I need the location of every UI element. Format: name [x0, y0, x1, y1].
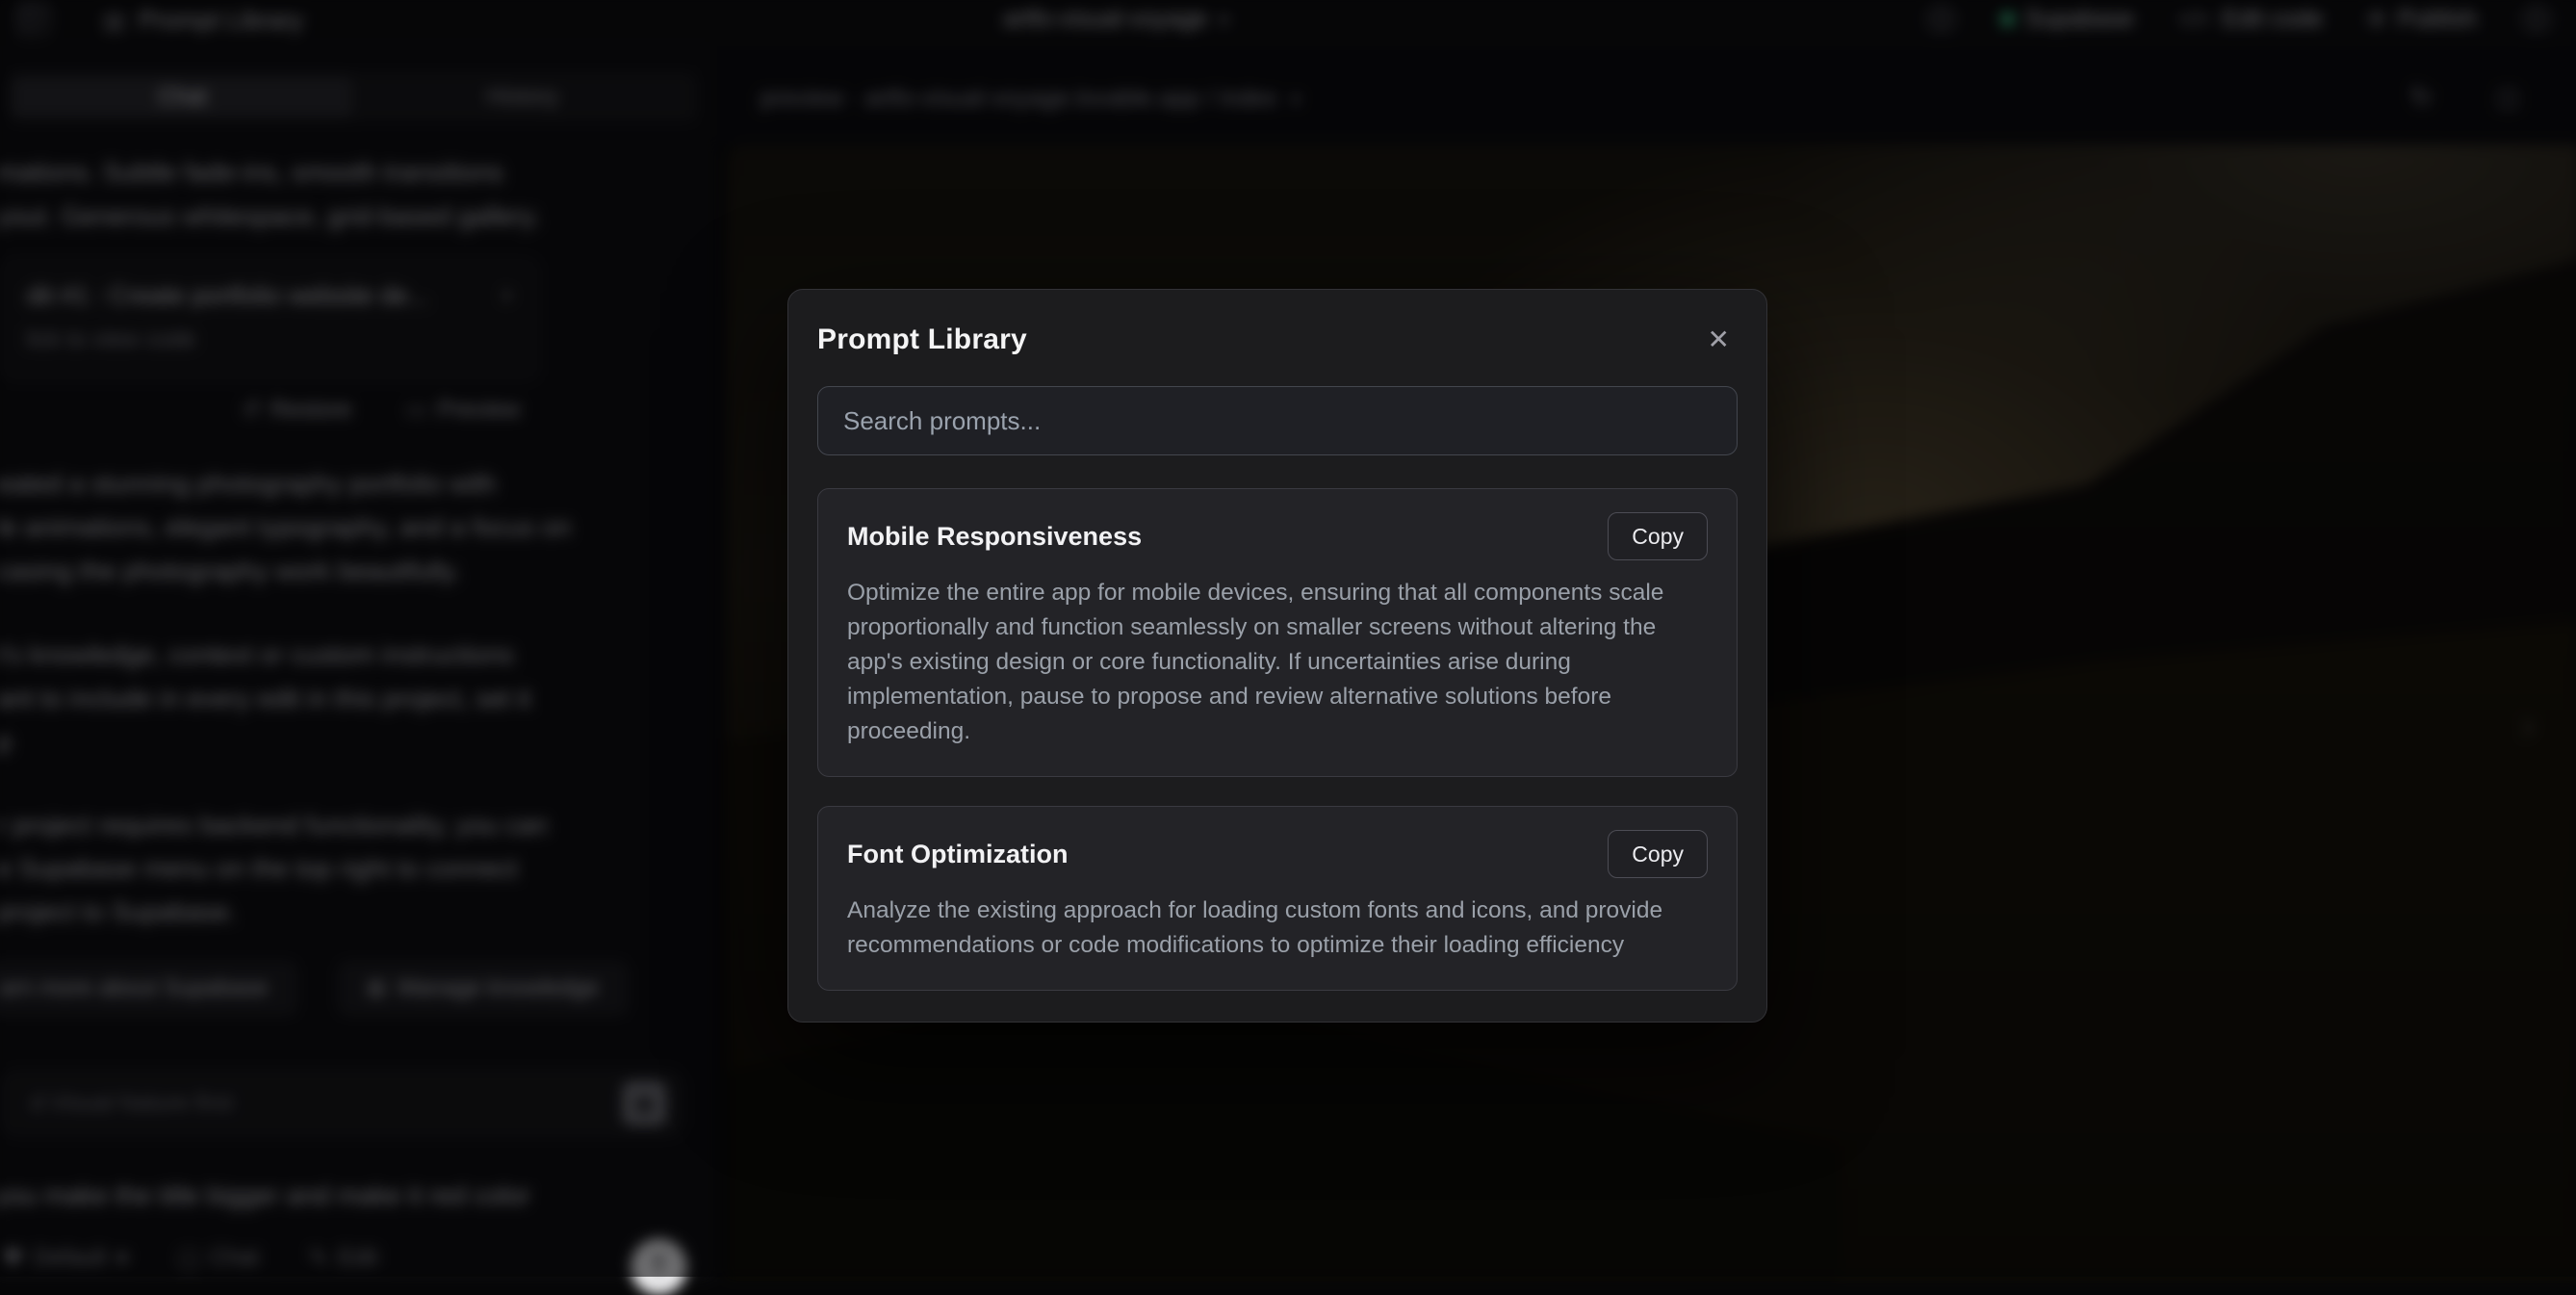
- search-input[interactable]: [817, 386, 1738, 455]
- prompt-title: Font Optimization: [847, 840, 1068, 869]
- dialog-title: Prompt Library: [817, 324, 1027, 356]
- prompt-description: Analyze the existing approach for loadin…: [847, 894, 1708, 963]
- app-window: ▤ Prompt Library artfo-visual-voyage ▾ S…: [0, 0, 2576, 1277]
- copy-button[interactable]: Copy: [1608, 830, 1708, 878]
- prompt-title: Mobile Responsiveness: [847, 522, 1142, 552]
- copy-button[interactable]: Copy: [1608, 512, 1708, 560]
- prompt-library-dialog: Prompt Library ✕ Mobile Responsiveness C…: [787, 289, 1767, 1023]
- prompt-card: Mobile Responsiveness Copy Optimize the …: [817, 488, 1738, 777]
- prompt-list: Mobile Responsiveness Copy Optimize the …: [817, 488, 1738, 1002]
- prompt-description: Optimize the entire app for mobile devic…: [847, 576, 1708, 749]
- prompt-card: Font Optimization Copy Analyze the exist…: [817, 806, 1738, 991]
- close-icon[interactable]: ✕: [1700, 323, 1738, 357]
